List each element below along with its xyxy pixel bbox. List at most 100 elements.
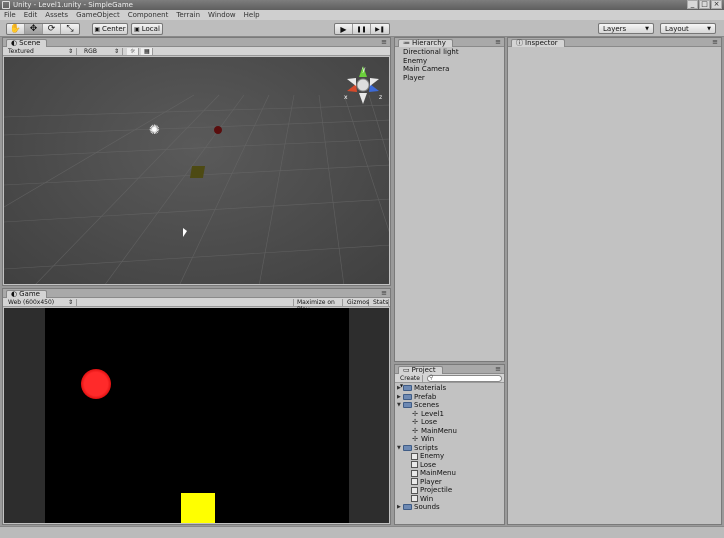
menu-terrain[interactable]: Terrain: [176, 11, 200, 19]
scene-panel: ◐ Scene ≡ Textured ⇕ RGB ⇕ ☼ ▦ ✺ x y z: [2, 37, 391, 286]
project-script-item[interactable]: Projectile: [395, 486, 504, 495]
stats-toggle[interactable]: Stats: [370, 299, 389, 306]
panel-menu-icon[interactable]: ≡: [381, 289, 387, 297]
tab-project[interactable]: ▭ Project: [398, 366, 443, 374]
scene-view-toolbar: Textured ⇕ RGB ⇕ ☼ ▦: [3, 47, 390, 56]
pivot-toggle-button[interactable]: ▣ Center: [92, 23, 128, 35]
script-file-icon: [411, 469, 418, 477]
space-label: Local: [141, 25, 160, 33]
window-title: Unity - Level1.unity - SimpleGame: [13, 1, 133, 9]
menu-edit[interactable]: Edit: [24, 11, 38, 19]
enemy-object[interactable]: [214, 126, 222, 134]
project-folder-materials[interactable]: ▶ Materials: [395, 384, 504, 393]
play-button[interactable]: ▶: [335, 24, 353, 34]
menu-window[interactable]: Window: [208, 11, 236, 19]
scene-label: Lose: [421, 418, 438, 426]
unity-app-icon: [2, 1, 10, 9]
menu-help[interactable]: Help: [244, 11, 260, 19]
pause-button[interactable]: ❚❚: [353, 24, 371, 34]
scene-overlay-toggle-icon[interactable]: ▦: [141, 48, 153, 55]
pivot-label: Center: [102, 25, 126, 33]
script-label: MainMenu: [420, 469, 456, 477]
hierarchy-item-main-camera[interactable]: Main Camera: [395, 65, 504, 74]
tab-inspector[interactable]: ⓘ Inspector: [511, 39, 565, 47]
tab-scene[interactable]: ◐ Scene: [6, 39, 48, 47]
game-screen[interactable]: [45, 308, 349, 523]
project-folder-scripts[interactable]: ▼ Scripts: [395, 444, 504, 453]
menu-gameobject[interactable]: GameObject: [76, 11, 120, 19]
unity-scene-icon: ✢: [412, 409, 418, 418]
hand-tool-icon[interactable]: ✋: [7, 24, 25, 34]
scene-viewport[interactable]: ✺ x y z: [4, 57, 389, 284]
folder-icon: [403, 504, 412, 511]
step-button[interactable]: ▶❚: [371, 24, 389, 34]
panel-menu-icon[interactable]: ≡: [495, 38, 501, 46]
game-tab-icon: ◐: [11, 290, 18, 298]
rotate-tool-icon[interactable]: ⟳: [43, 24, 61, 34]
menu-file[interactable]: File: [4, 11, 16, 19]
tab-game[interactable]: ◐ Game: [6, 290, 47, 298]
maximize-button[interactable]: □: [699, 0, 710, 9]
menu-component[interactable]: Component: [128, 11, 169, 19]
render-mode-dropdown[interactable]: Textured ⇕: [5, 48, 77, 55]
game-panel: ◐ Game ≡ Web (600x450) ⇕ Maximize on Pla…: [2, 288, 391, 525]
dropdown-arrows-icon: ⇕: [113, 48, 119, 55]
resolution-label: Web (600x450): [8, 299, 55, 306]
scene-lighting-toggle-icon[interactable]: ☼: [127, 48, 139, 55]
hierarchy-item-player[interactable]: Player: [395, 74, 504, 83]
move-tool-icon[interactable]: ✥: [25, 24, 43, 34]
scale-tool-icon[interactable]: ⤡: [61, 24, 79, 34]
script-label: Win: [420, 494, 434, 503]
layers-label: Layers: [603, 24, 627, 33]
project-script-item[interactable]: Win: [395, 495, 504, 504]
panel-menu-icon[interactable]: ≡: [495, 365, 501, 373]
project-folder-scenes[interactable]: ▼ Scenes: [395, 401, 504, 410]
tab-hierarchy[interactable]: ≔ Hierarchy: [398, 39, 453, 47]
project-script-item[interactable]: Player: [395, 478, 504, 487]
layout-label: Layout: [665, 24, 689, 33]
layers-dropdown[interactable]: Layers ▼: [598, 23, 654, 34]
search-icon: ⚲: [429, 374, 434, 381]
project-folder-prefab[interactable]: ▶ Prefab: [395, 393, 504, 402]
channel-label: RGB: [84, 48, 97, 55]
game-viewport[interactable]: [4, 308, 389, 523]
project-folder-sounds[interactable]: ▶ Sounds: [395, 503, 504, 512]
space-toggle-button[interactable]: ▣ Local: [131, 23, 163, 35]
scene-gizmo-icon[interactable]: x y z: [343, 65, 383, 105]
game-view-toolbar: Web (600x450) ⇕ Maximize on Play Gizmos …: [3, 298, 390, 313]
hierarchy-item-directional-light[interactable]: Directional light: [395, 48, 504, 57]
channel-dropdown[interactable]: RGB ⇕: [81, 48, 123, 55]
status-bar: [0, 526, 724, 538]
inspector-panel: ⓘ Inspector ≡: [507, 37, 722, 525]
project-tab-row: ▭ Project ≡: [395, 365, 504, 374]
project-script-item[interactable]: Enemy: [395, 452, 504, 461]
script-file-icon: [411, 461, 418, 469]
minimize-button[interactable]: _: [687, 0, 698, 9]
folder-label: Materials: [414, 384, 447, 392]
scene-tab-row: ◐ Scene ≡: [3, 38, 390, 47]
gizmos-toggle[interactable]: Gizmos: [344, 299, 369, 306]
player-object[interactable]: [189, 166, 206, 178]
resolution-dropdown[interactable]: Web (600x450) ⇕: [5, 299, 77, 306]
project-scene-item[interactable]: ✢ Win: [395, 435, 504, 444]
project-scene-item[interactable]: ✢ Level1: [395, 410, 504, 419]
project-script-item[interactable]: MainMenu: [395, 469, 504, 478]
create-dropdown[interactable]: Create ▼: [397, 375, 423, 388]
panel-menu-icon[interactable]: ≡: [712, 38, 718, 46]
directional-light-icon[interactable]: ✺: [149, 124, 160, 137]
layout-dropdown[interactable]: Layout ▼: [660, 23, 716, 34]
maximize-on-play-toggle[interactable]: Maximize on Play: [293, 299, 343, 313]
project-scene-item[interactable]: ✢ Lose: [395, 418, 504, 427]
menu-assets[interactable]: Assets: [45, 11, 68, 19]
script-label: Projectile: [420, 486, 453, 494]
playback-controls: ▶ ❚❚ ▶❚: [334, 23, 390, 35]
project-scene-item[interactable]: ✢ MainMenu: [395, 427, 504, 436]
close-button[interactable]: ×: [711, 0, 722, 9]
project-search-input[interactable]: [427, 375, 502, 382]
scene-tab-icon: ◐: [11, 39, 18, 47]
project-script-item[interactable]: Lose: [395, 461, 504, 470]
info-icon: ⓘ: [516, 39, 523, 47]
hierarchy-item-enemy[interactable]: Enemy: [395, 57, 504, 66]
chevron-down-icon: ▼: [400, 383, 404, 388]
panel-menu-icon[interactable]: ≡: [381, 38, 387, 46]
